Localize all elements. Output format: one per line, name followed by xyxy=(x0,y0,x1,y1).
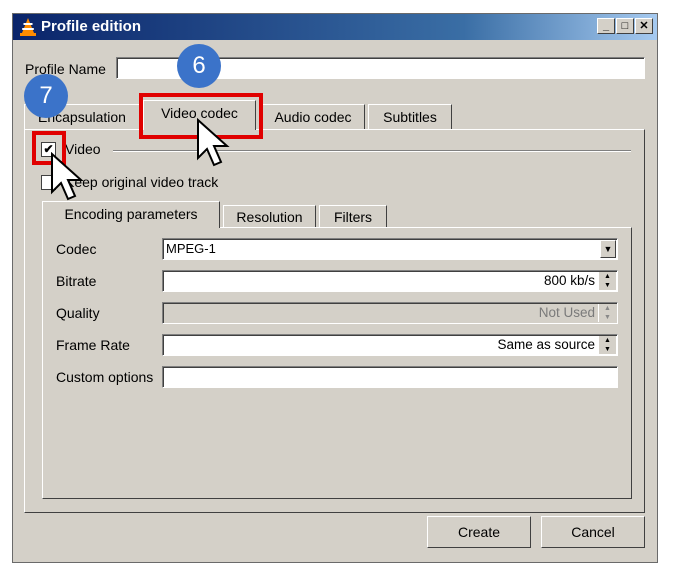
subtab-filters[interactable]: Filters xyxy=(319,205,387,228)
subtab-encoding-parameters[interactable]: Encoding parameters xyxy=(42,201,220,228)
chevron-down-icon[interactable]: ▼ xyxy=(600,240,616,258)
frame-rate-label: Frame Rate xyxy=(56,337,130,353)
video-codec-panel: ✔ Video Keep original video track Encodi… xyxy=(24,129,645,513)
frame-rate-spin-buttons[interactable]: ▲ ▼ xyxy=(598,336,616,354)
bitrate-spinbox[interactable]: 800 kb/s ▲ ▼ xyxy=(162,270,618,292)
spin-up-icon: ▲ xyxy=(604,305,611,312)
codec-label: Codec xyxy=(56,241,97,257)
group-divider xyxy=(113,150,631,152)
cancel-button[interactable]: Cancel xyxy=(541,516,645,548)
spin-down-icon: ▼ xyxy=(604,314,611,321)
tab-subtitles[interactable]: Subtitles xyxy=(368,104,452,130)
spin-up-icon[interactable]: ▲ xyxy=(599,272,616,281)
step-7-badge: 7 xyxy=(24,74,68,118)
spin-down-icon[interactable]: ▼ xyxy=(599,345,616,354)
close-button[interactable]: ✕ xyxy=(635,18,653,34)
keep-original-label: Keep original video track xyxy=(65,174,219,190)
bitrate-label: Bitrate xyxy=(56,273,97,289)
tab-audio-codec[interactable]: Audio codec xyxy=(261,104,365,130)
profile-edition-window: Profile edition _ □ ✕ Profile Name Encap… xyxy=(12,13,658,563)
subtab-resolution[interactable]: Resolution xyxy=(223,205,316,228)
step-6-badge: 6 xyxy=(177,44,221,88)
quality-spin-buttons: ▲ ▼ xyxy=(598,304,616,322)
create-button[interactable]: Create xyxy=(427,516,531,548)
frame-rate-spinbox[interactable]: Same as source ▲ ▼ xyxy=(162,334,618,356)
quality-label: Quality xyxy=(56,305,100,321)
custom-options-input[interactable] xyxy=(162,366,618,388)
encoding-parameters-panel: Codec MPEG-1 ▼ Bitrate 800 kb/s ▲ ▼ Quali… xyxy=(42,227,632,499)
maximize-button[interactable]: □ xyxy=(616,18,634,34)
minimize-button[interactable]: _ xyxy=(597,18,615,34)
mouse-pointer-icon xyxy=(197,118,230,167)
spin-down-icon[interactable]: ▼ xyxy=(599,281,616,290)
quality-spinbox: Not Used ▲ ▼ xyxy=(162,302,618,324)
mouse-pointer-icon xyxy=(51,152,84,201)
title-bar[interactable]: Profile edition _ □ ✕ xyxy=(13,14,657,40)
spin-up-icon[interactable]: ▲ xyxy=(599,336,616,345)
bitrate-spin-buttons[interactable]: ▲ ▼ xyxy=(598,272,616,290)
custom-options-label: Custom options xyxy=(56,369,154,385)
window-title: Profile edition xyxy=(41,18,142,35)
codec-select[interactable]: MPEG-1 ▼ xyxy=(162,238,618,260)
vlc-cone-icon xyxy=(20,18,36,36)
